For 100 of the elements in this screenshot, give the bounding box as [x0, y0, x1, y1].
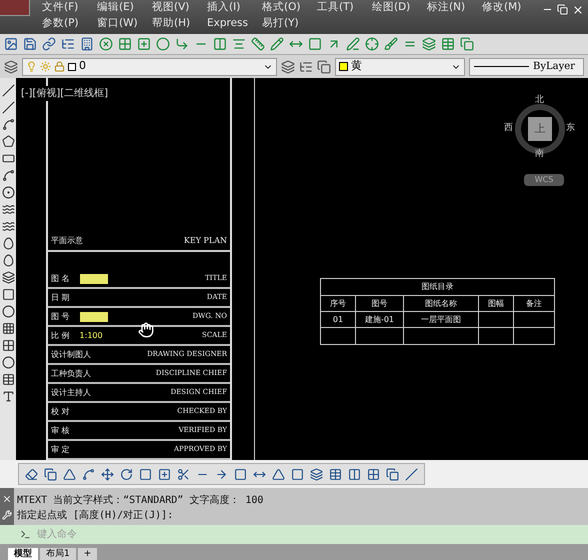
rectangle-icon[interactable]	[2, 152, 14, 165]
restore-icon[interactable]	[557, 4, 568, 15]
pen-icon[interactable]	[346, 37, 360, 51]
polygon-icon[interactable]	[2, 135, 14, 148]
circle-icon[interactable]	[2, 186, 14, 199]
linetype-dropdown[interactable]: ByLayer	[469, 58, 584, 76]
linetype-name: ByLayer	[533, 60, 575, 74]
square-plus-icon[interactable]	[137, 37, 151, 51]
layers-icon[interactable]	[4, 60, 18, 74]
viewport-label[interactable]: [-][俯视][二维线框]	[21, 86, 108, 101]
color-dropdown[interactable]: 黄	[335, 58, 465, 76]
layer-copy-icon[interactable]	[317, 60, 331, 74]
save-icon[interactable]	[23, 37, 37, 51]
lock-icon	[54, 61, 65, 72]
building-icon[interactable]	[80, 37, 94, 51]
south-label: 南	[535, 148, 544, 161]
circle-x-icon[interactable]	[99, 37, 113, 51]
layers-icon[interactable]	[422, 37, 436, 51]
trim-icon[interactable]	[177, 468, 190, 480]
menu-item[interactable]: 绘图(D)	[372, 0, 427, 16]
layer-dropdown[interactable]: 0	[22, 58, 277, 76]
layout-tab[interactable]: 模型	[8, 548, 38, 560]
ruler-icon[interactable]	[251, 37, 265, 51]
menu-item[interactable]: 文件(F)	[42, 0, 97, 16]
row-label: 日 期	[51, 292, 70, 304]
table-title: 图纸目录	[321, 279, 554, 296]
brush-icon[interactable]	[384, 37, 398, 51]
bulb-icon	[26, 61, 37, 72]
sun-icon	[40, 61, 51, 72]
command-field[interactable]: 键入命令	[37, 527, 588, 542]
text-icon[interactable]	[2, 390, 14, 403]
menu-item[interactable]: 参数(P)	[42, 16, 97, 32]
app-button[interactable]	[0, 0, 30, 16]
corner-icon[interactable]	[175, 37, 189, 51]
copy-icon[interactable]	[386, 468, 399, 480]
row-label: 设计主持人	[51, 386, 91, 398]
move-icon[interactable]	[101, 468, 114, 480]
wrench-icon[interactable]	[2, 510, 12, 520]
align-icon[interactable]	[232, 37, 246, 51]
row-label: 图 号	[51, 310, 70, 322]
link-icon[interactable]	[42, 37, 56, 51]
highlight-mark	[80, 274, 108, 284]
curve-icon[interactable]	[2, 118, 14, 131]
menu-item[interactable]: 帮助(H)	[152, 16, 207, 32]
line-icon[interactable]	[2, 84, 14, 97]
column-header: 序号	[321, 296, 356, 311]
row-label: 审 定	[51, 444, 70, 456]
list-icon[interactable]	[61, 37, 75, 51]
column-header: 图幅	[479, 296, 514, 311]
crosshair-icon[interactable]	[365, 37, 379, 51]
column-header: 备注	[525, 298, 543, 310]
erase-icon[interactable]	[25, 468, 38, 480]
rotate-icon[interactable]	[120, 468, 133, 480]
menu-item[interactable]: 编辑(E)	[97, 0, 152, 16]
terminal-icon[interactable]	[20, 529, 31, 540]
east-label: 东	[566, 122, 575, 135]
north-label: 北	[535, 94, 544, 107]
row-label: 比 例	[51, 330, 70, 342]
row-label: 校 对	[51, 406, 70, 418]
table-icon[interactable]	[2, 373, 14, 386]
layout-tab[interactable]: +	[78, 548, 98, 560]
arc-icon[interactable]	[2, 169, 14, 182]
menu-item[interactable]: 插入(I)	[207, 0, 262, 16]
command-history-line: MTEXT 当前文字样式：“STANDARD” 文字高度： 100	[17, 494, 264, 508]
menu-item[interactable]: 格式(O)	[262, 0, 317, 16]
menu-item[interactable]: Express	[207, 16, 262, 32]
west-label: 西	[504, 122, 513, 135]
color-name: 黄	[351, 58, 363, 74]
close-icon[interactable]	[572, 4, 584, 16]
menu-item[interactable]: 工具(T)	[317, 0, 372, 16]
row-label: 审 核	[51, 424, 70, 436]
layout-tab[interactable]: 布局1	[40, 548, 76, 560]
table-cell: 01	[321, 312, 356, 327]
menu-item[interactable]: 视图(V)	[152, 0, 207, 16]
grid-icon[interactable]	[118, 37, 132, 51]
table-cell: 一层平面图	[404, 312, 479, 327]
command-input[interactable]: 键入命令	[0, 525, 588, 544]
key-plan-label: KEY PLAN	[184, 235, 227, 247]
layer-state-icon[interactable]	[281, 60, 295, 74]
menu-item[interactable]: 窗口(W)	[97, 16, 152, 32]
column-header: 图纸名称	[404, 296, 479, 311]
line-icon[interactable]	[2, 101, 14, 114]
key-plan-label: 平面示意	[51, 235, 83, 247]
copy-icon[interactable]	[460, 37, 474, 51]
pencil-icon[interactable]	[270, 37, 284, 51]
layer-swatch	[68, 62, 76, 70]
layer-list-icon[interactable]	[299, 60, 313, 74]
square-icon[interactable]	[308, 37, 322, 51]
hand-cursor-icon	[138, 322, 154, 338]
copy-icon[interactable]	[44, 468, 57, 480]
row-label: 工种负责人	[51, 368, 91, 380]
row-label: 设计制图人	[51, 348, 91, 360]
menu-item[interactable]: 标注(N)	[427, 0, 482, 16]
image-icon[interactable]	[4, 37, 18, 51]
menu-item[interactable]: 易打(Y)	[262, 16, 317, 32]
menu-item[interactable]: 修改(M)	[482, 0, 537, 16]
highlight-mark	[80, 312, 108, 322]
columns-icon[interactable]	[213, 37, 227, 51]
close-icon[interactable]	[2, 494, 12, 504]
command-history-line: 指定起点或 [高度(H)/对正(J)]:	[17, 508, 174, 523]
